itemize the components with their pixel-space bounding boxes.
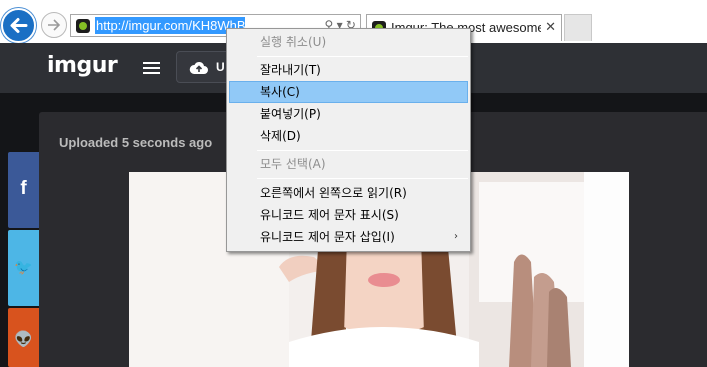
facebook-share-button[interactable]: f [8, 152, 39, 228]
forward-button[interactable] [41, 12, 67, 38]
menu-icon[interactable] [143, 62, 160, 74]
menu-separator [257, 150, 468, 151]
menu-item-rtl-reading[interactable]: 오른쪽에서 왼쪽으로 읽기(R) [229, 182, 468, 204]
upload-timestamp: Uploaded 5 seconds ago [59, 135, 213, 150]
chevron-right-icon: › [454, 231, 458, 242]
imgur-logo[interactable]: imgur [47, 53, 118, 78]
close-icon[interactable]: ✕ [545, 19, 556, 35]
twitter-share-button[interactable]: 🐦 [8, 230, 39, 306]
menu-separator [257, 178, 468, 179]
menu-item-undo[interactable]: 실행 취소(U) [229, 31, 468, 53]
menu-item-paste[interactable]: 붙여넣기(P) [229, 103, 468, 125]
cloud-upload-icon [189, 61, 208, 74]
reddit-icon: 👽 [14, 331, 33, 348]
menu-item-insert-unicode-label: 유니코드 제어 문자 삽입(I) [260, 230, 395, 244]
menu-item-delete[interactable]: 삭제(D) [229, 125, 468, 147]
reddit-share-button[interactable]: 👽 [8, 308, 39, 367]
menu-item-copy[interactable]: 복사(C) [229, 81, 468, 103]
twitter-icon: 🐦 [14, 259, 33, 276]
menu-item-insert-unicode-control[interactable]: 유니코드 제어 문자 삽입(I) › [229, 226, 468, 248]
facebook-icon: f [20, 178, 27, 199]
menu-separator [257, 56, 468, 57]
arrow-right-icon [48, 19, 61, 31]
new-tab-button[interactable] [564, 14, 592, 41]
arrow-left-icon [10, 18, 28, 33]
menu-item-select-all[interactable]: 모두 선택(A) [229, 153, 468, 175]
back-button[interactable] [1, 8, 36, 43]
menu-item-show-unicode-control[interactable]: 유니코드 제어 문자 표시(S) [229, 204, 468, 226]
context-menu: 실행 취소(U) 잘라내기(T) 복사(C) 붙여넣기(P) 삭제(D) 모두 … [226, 28, 471, 252]
url-text[interactable]: http://imgur.com/KH8WhBl [95, 17, 245, 34]
menu-item-cut[interactable]: 잘라내기(T) [229, 59, 468, 81]
imgur-favicon-icon [76, 19, 90, 33]
